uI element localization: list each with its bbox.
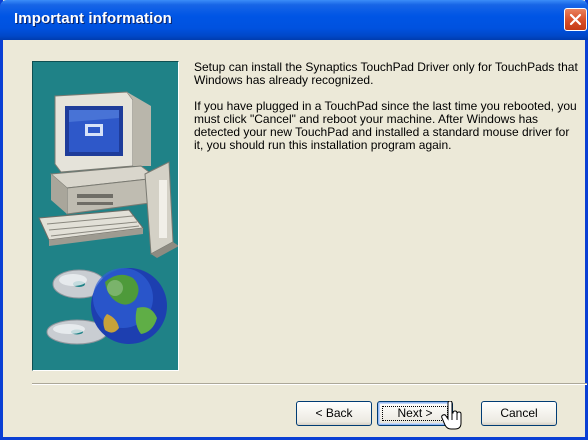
close-icon — [569, 13, 582, 26]
button-separator — [32, 383, 587, 385]
title-bar[interactable]: Important information — [0, 0, 588, 40]
close-button[interactable] — [564, 8, 587, 31]
cancel-button[interactable]: Cancel — [481, 401, 557, 426]
info-paragraph-1: Setup can install the Synaptics TouchPad… — [194, 60, 578, 87]
info-text: Setup can install the Synaptics TouchPad… — [194, 61, 579, 165]
setup-illustration — [32, 61, 179, 371]
computer-monitor-illustration — [38, 91, 178, 258]
back-button[interactable]: < Back — [296, 401, 372, 426]
dialog-window: Important information Setup can install … — [0, 0, 588, 440]
info-paragraph-2: If you have plugged in a TouchPad since … — [194, 99, 577, 152]
globe-illustration — [91, 268, 167, 344]
focus-rectangle — [382, 406, 448, 421]
hand-pointer-icon — [441, 400, 463, 436]
window-title: Important information — [14, 10, 172, 27]
